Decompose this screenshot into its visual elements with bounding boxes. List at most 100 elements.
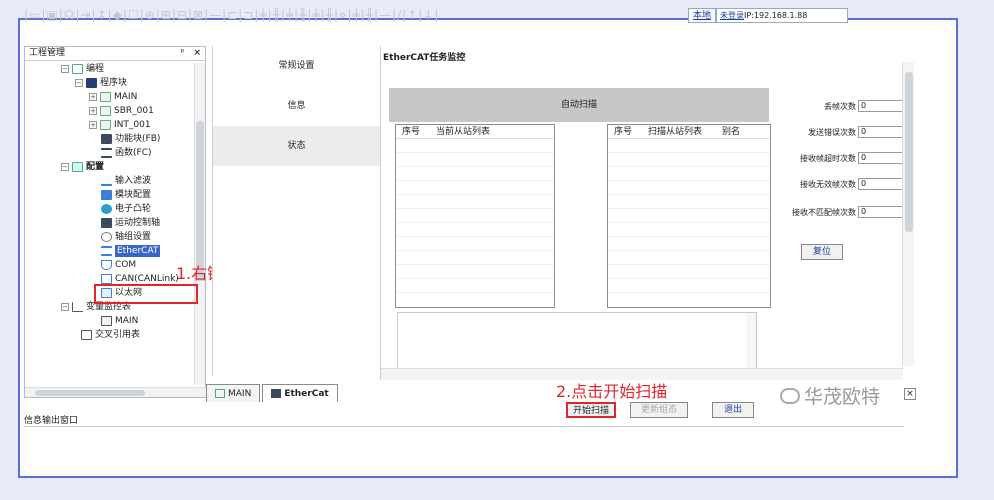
collapse-icon[interactable]: − — [61, 303, 69, 311]
collapse-icon[interactable]: − — [75, 79, 83, 87]
stat-label: 接收帧超时次数 — [800, 153, 856, 163]
tree-node-int001[interactable]: + INT_001 — [89, 119, 151, 131]
scanned-slave-list[interactable]: 序号 扫描从站列表 别名 — [607, 124, 771, 308]
axis-icon — [101, 218, 112, 228]
tree-node-xref[interactable]: 交叉引用表 — [81, 329, 140, 341]
tree-node-main[interactable]: + MAIN — [89, 91, 137, 103]
tree-label: MAIN — [114, 92, 138, 102]
settings-nav: 常规设置 信息 状态 — [212, 46, 380, 376]
start-scan-button[interactable]: 开始扫描 — [566, 402, 616, 418]
tree-node-axis-group[interactable]: 轴组设置 — [101, 231, 151, 243]
nav-general-settings[interactable]: 常规设置 — [213, 46, 380, 86]
panel-title: EtherCAT任务监控 — [383, 53, 466, 63]
scroll-thumb[interactable] — [196, 121, 204, 281]
output-window-divider — [24, 426, 904, 427]
tree-node-fc[interactable]: 函数(FC) — [101, 147, 151, 159]
tree-node-program-block[interactable]: − 程序块 — [75, 77, 127, 89]
tree-label: EtherCAT — [115, 245, 161, 257]
tree-node-ecam[interactable]: 电子凸轮 — [101, 203, 151, 215]
exit-button[interactable]: 退出 — [712, 402, 754, 418]
project-panel-header: 工程管理 ᵖ × — [25, 47, 205, 61]
watermark-text: 华茂欧特 — [804, 386, 881, 408]
collapse-icon[interactable]: − — [61, 65, 69, 73]
toolbar-icons[interactable]: |▭|▣|☊|⇥|↕|◆|☐|⊕|⊞|⊟|⊠|—|⊏|⊐|╪|╫|╪|╫|╪|╫… — [24, 8, 684, 22]
tree-label: 模块配置 — [115, 190, 152, 200]
ip-address: IP:192.168.1.88 — [744, 10, 808, 20]
auto-scan-header: 自动扫描 — [389, 88, 769, 122]
network-icon — [271, 389, 282, 398]
block-icon — [86, 78, 97, 88]
tab-label: MAIN — [228, 388, 252, 399]
tree-label: 配置 — [86, 162, 105, 172]
tree-node-programming[interactable]: − 编程 — [61, 63, 104, 75]
column-header: 序号 — [402, 127, 421, 137]
tab-main[interactable]: MAIN — [206, 384, 261, 402]
project-horizontal-scrollbar[interactable] — [25, 387, 207, 397]
project-vertical-scrollbar[interactable] — [194, 63, 205, 385]
tree-label: 输入滤波 — [115, 176, 152, 186]
connection-status[interactable]: 未登录IP:192.168.1.88 — [716, 7, 849, 23]
tree-label: 电子凸轮 — [115, 204, 152, 214]
file-icon — [215, 389, 225, 398]
step2-annotation: 2.点击开始扫描 — [556, 382, 668, 401]
column-header: 别名 — [722, 127, 741, 137]
tree-node-monitor-main[interactable]: MAIN — [101, 315, 138, 327]
expand-icon[interactable]: + — [89, 107, 97, 115]
project-panel: 工程管理 ᵖ × − 编程 − 程序块 + MAIN + SBR_001 + INT_00… — [24, 46, 207, 398]
tab-label: EtherCat — [284, 388, 329, 399]
config-icon — [72, 162, 83, 172]
tree-label: 交叉引用表 — [95, 330, 141, 340]
collapse-icon[interactable]: − — [61, 163, 69, 171]
table-icon — [101, 316, 112, 326]
gear-icon — [101, 232, 112, 242]
update-config-button[interactable]: 更新组态 — [630, 402, 688, 418]
stat-label: 接收不匹配帧次数 — [792, 207, 856, 217]
project-tree: − 编程 − 程序块 + MAIN + SBR_001 + INT_001 功能块(FB)… — [25, 63, 195, 383]
local-button[interactable]: 本地 — [688, 7, 717, 23]
current-slave-list[interactable]: 序号 当前从站列表 — [395, 124, 555, 308]
close-icon[interactable]: × — [904, 388, 916, 400]
column-header: 序号 — [614, 127, 633, 137]
expand-icon[interactable]: + — [89, 121, 97, 129]
network-icon — [101, 246, 112, 256]
nav-info[interactable]: 信息 — [213, 86, 380, 126]
toolbar: |▭|▣|☊|⇥|↕|◆|☐|⊕|⊞|⊟|⊠|—|⊏|⊐|╪|╫|╪|╫|╪|╫… — [24, 6, 932, 24]
tree-node-module-config[interactable]: 模块配置 — [101, 189, 151, 201]
tree-node-fb[interactable]: 功能块(FB) — [101, 133, 160, 145]
tree-label: INT_001 — [114, 120, 151, 130]
list-header: 序号 当前从站列表 — [396, 125, 554, 139]
serial-port-icon — [101, 260, 112, 270]
editor-tabs: MAIN EtherCat — [206, 382, 338, 402]
panel-vertical-scrollbar[interactable] — [902, 62, 914, 366]
tree-node-com[interactable]: COM — [101, 259, 136, 271]
tab-ethercat[interactable]: EtherCat — [262, 384, 338, 402]
file-icon — [100, 120, 111, 130]
stat-label: 接收无效帧次数 — [800, 179, 856, 189]
tree-label: SBR_001 — [114, 106, 154, 116]
file-icon — [100, 92, 111, 102]
tree-node-config[interactable]: − 配置 — [61, 161, 104, 173]
stat-lost-frames: 丢帧次数 0 — [770, 100, 910, 112]
tree-node-sbr001[interactable]: + SBR_001 — [89, 105, 154, 117]
login-link[interactable]: 未登录 — [720, 11, 744, 20]
wechat-icon — [780, 387, 800, 404]
tree-label: 编程 — [86, 64, 105, 74]
pin-icon[interactable]: ᵖ — [181, 48, 185, 58]
tree-node-motion-axis[interactable]: 运动控制轴 — [101, 217, 160, 229]
tree-node-ethercat[interactable]: EtherCAT — [101, 245, 161, 257]
ethercat-highlight — [94, 284, 198, 304]
cam-icon — [101, 204, 112, 214]
stat-recv-mismatch: 接收不匹配帧次数 0 — [770, 206, 910, 218]
nav-status[interactable]: 状态 — [213, 126, 380, 166]
scroll-thumb[interactable] — [905, 72, 913, 232]
scroll-thumb[interactable] — [35, 390, 145, 396]
tree-label: 轴组设置 — [115, 232, 152, 242]
tree-label: COM — [115, 260, 137, 270]
file-icon — [100, 106, 111, 116]
close-icon[interactable]: × — [193, 48, 201, 58]
tree-node-input-filter[interactable]: 输入滤波 — [101, 175, 151, 187]
list-header: 序号 扫描从站列表 别名 — [608, 125, 770, 139]
program-icon — [72, 64, 83, 74]
expand-icon[interactable]: + — [89, 93, 97, 101]
reset-button[interactable]: 复位 — [801, 244, 843, 260]
